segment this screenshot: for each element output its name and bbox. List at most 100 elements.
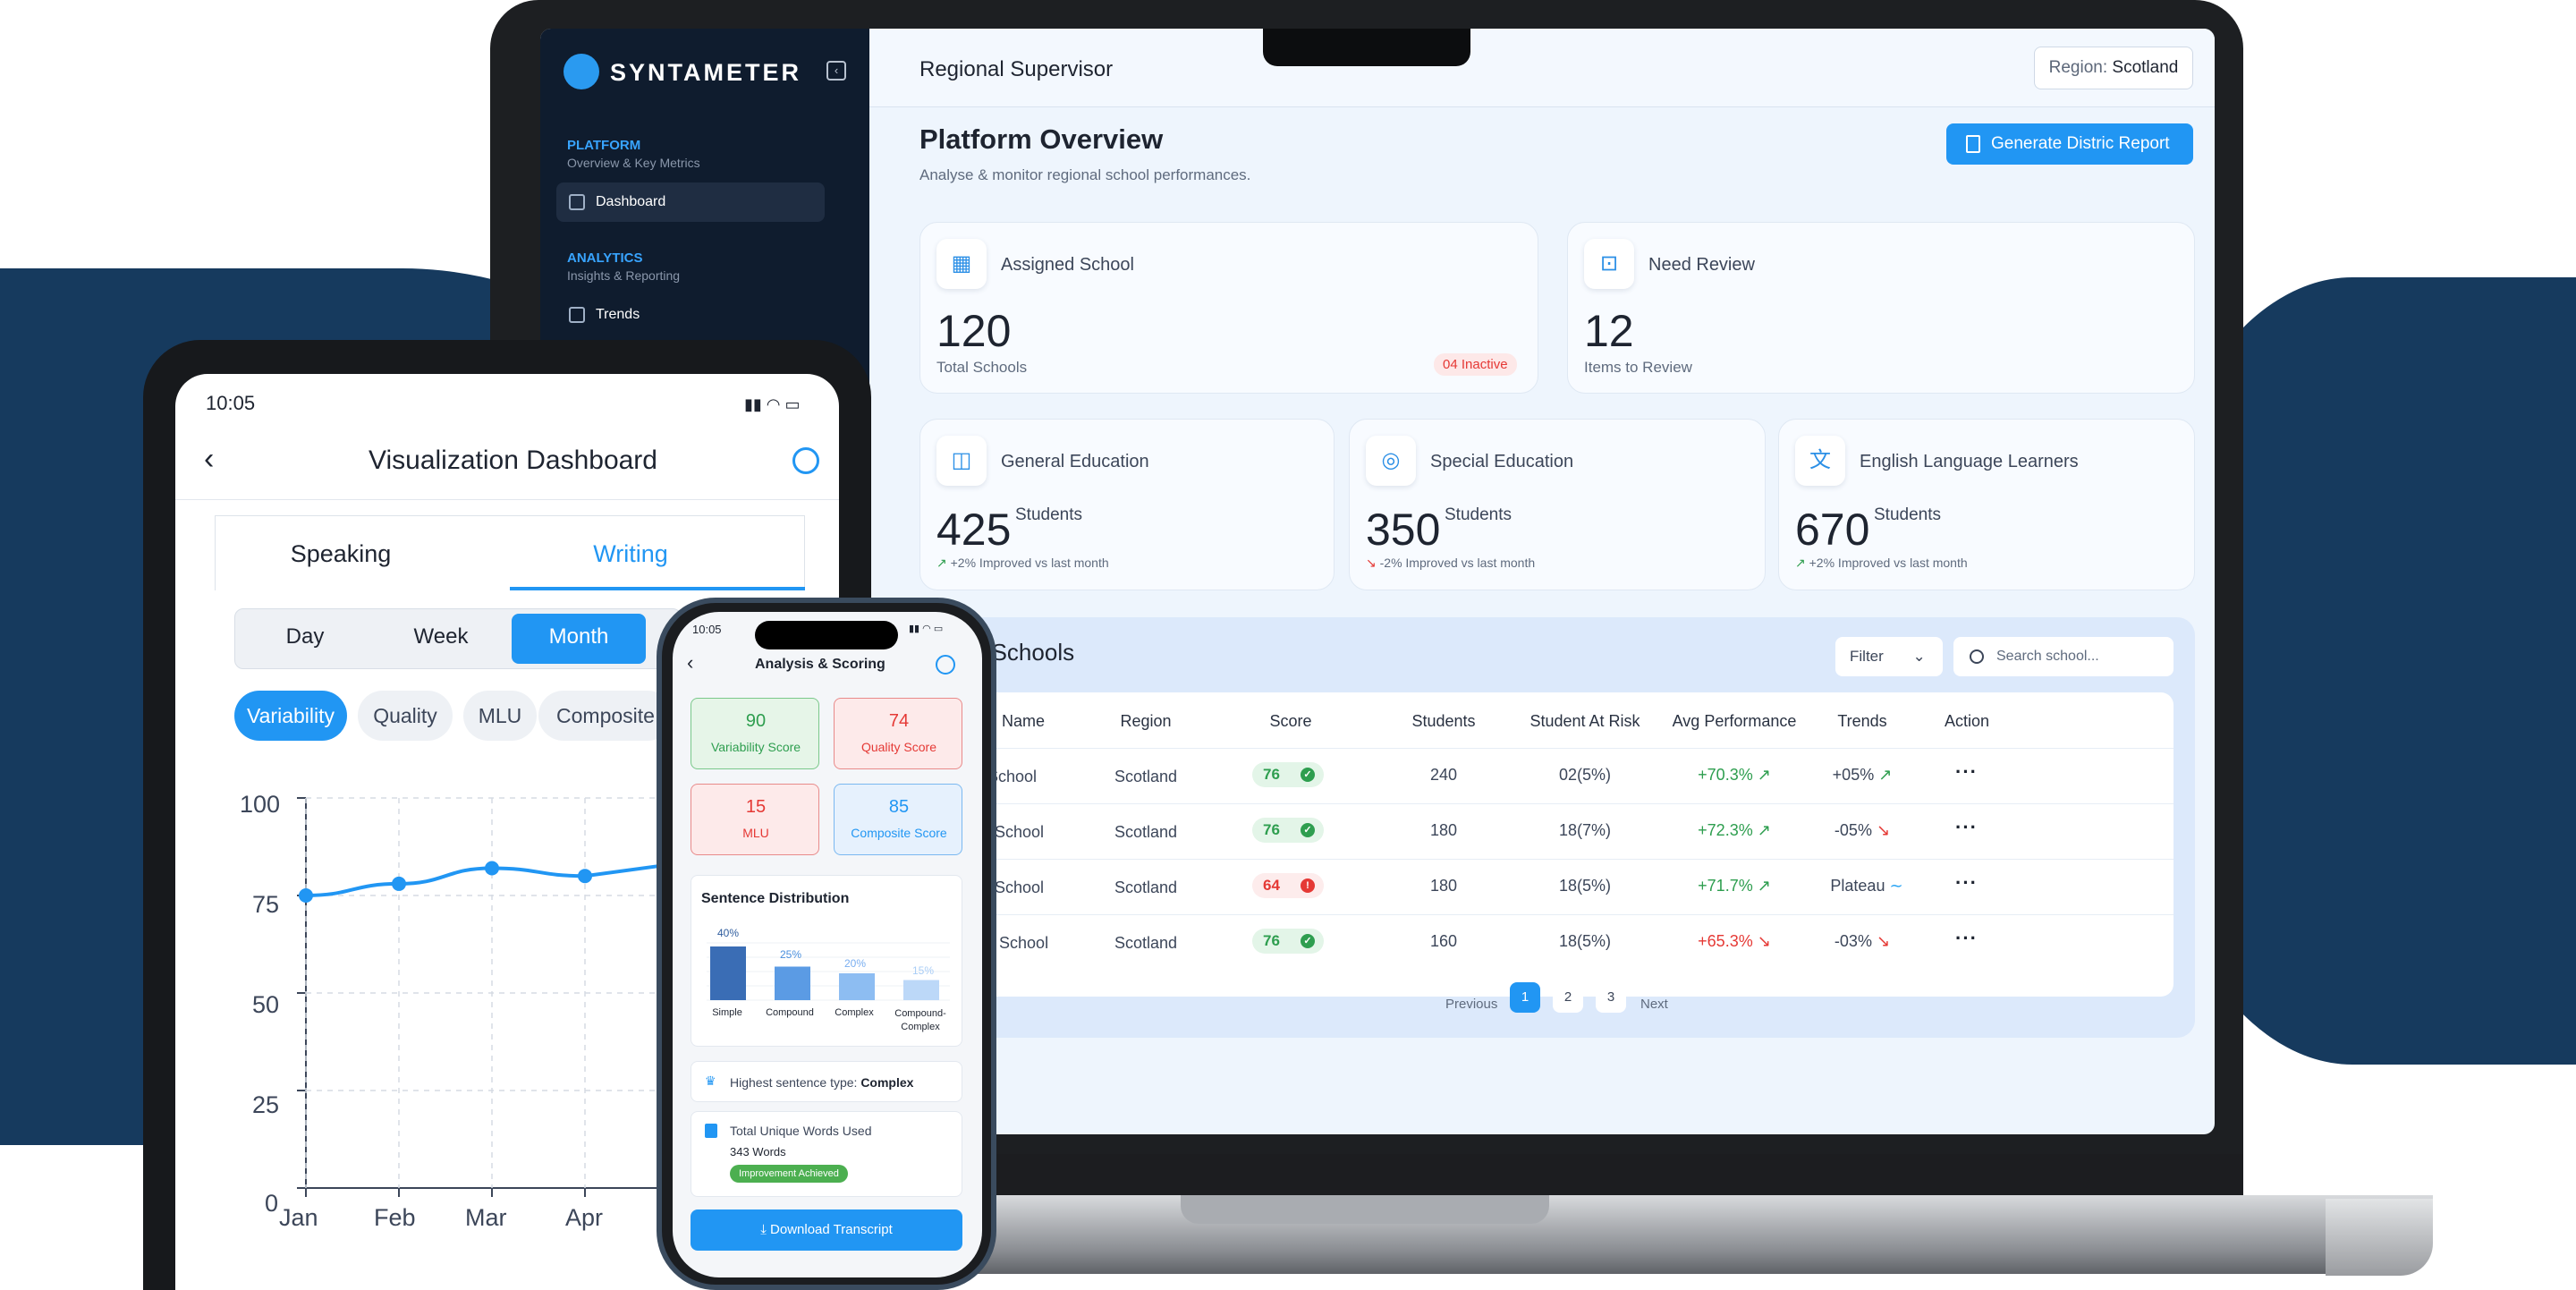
phone-title: Analysis & Scoring: [755, 657, 886, 672]
spiral-icon: ◎: [1366, 436, 1416, 486]
region-selector[interactable]: Region: Scotland: [2034, 47, 2193, 89]
score-card-variability: 90 Variability Score: [691, 698, 819, 769]
trend-down-icon: ↘: [1876, 821, 1891, 839]
card-caption: Items to Review: [1584, 359, 1692, 376]
previous-page-link[interactable]: Previous: [1445, 997, 1497, 1012]
more-actions-icon[interactable]: ···: [1955, 760, 1978, 784]
column-header-students[interactable]: Students: [1390, 712, 1497, 731]
assigned-school-card: ▦ Assigned School 120 Total Schools 04 I…: [919, 222, 1538, 394]
score-badge: 64!: [1252, 873, 1324, 898]
unique-words-title: Total Unique Words Used: [730, 1124, 872, 1138]
trend-up-icon: ↗: [936, 556, 947, 570]
score-label: MLU: [742, 826, 769, 840]
data-point: [392, 876, 406, 891]
score-value: 64: [1263, 877, 1280, 894]
score-value: 15: [745, 797, 767, 817]
download-transcript-button[interactable]: ⤓ Download Transcript: [691, 1209, 962, 1251]
improvement-badge: Improvement Achieved: [730, 1165, 848, 1183]
collapse-sidebar-icon[interactable]: ‹: [826, 61, 846, 81]
sidebar-item-dashboard[interactable]: Dashboard: [556, 182, 825, 222]
back-icon[interactable]: ‹: [687, 651, 693, 675]
school-performance: +72.3% ↗: [1658, 821, 1810, 840]
more-actions-icon[interactable]: ···: [1955, 927, 1978, 950]
highest-type-value: Complex: [860, 1075, 914, 1090]
dynamic-island: [755, 621, 898, 649]
page-3-button[interactable]: 3: [1596, 982, 1626, 1013]
column-header-action[interactable]: Action: [1918, 712, 2016, 731]
region-label: Region:: [2048, 58, 2108, 77]
bar-label-compound: Compound: [766, 1007, 814, 1018]
special-education-card: ◎ Special Education 350 Students ↘ -2% I…: [1349, 419, 1766, 590]
school-performance: +65.3% ↘: [1658, 932, 1810, 951]
check-icon: ✓: [1301, 768, 1315, 782]
card-change-text: -2% Improved vs last month: [1379, 556, 1536, 570]
more-actions-icon[interactable]: ···: [1955, 871, 1978, 895]
bar-label-simple: Simple: [712, 1007, 742, 1018]
search-input[interactable]: Search school...: [1953, 637, 2174, 676]
translate-icon: 文: [1795, 436, 1845, 486]
card-value: 120: [936, 306, 1012, 356]
status-icons: ▮▮ ◠ ▭: [909, 624, 944, 634]
sidebar-item-label: Trends: [596, 307, 640, 322]
performance-value: +72.3%: [1698, 821, 1753, 839]
trend-down-icon: ↘: [1876, 932, 1891, 950]
filter-dropdown[interactable]: Filter ⌄: [1835, 637, 1943, 676]
card-unit: Students: [1015, 505, 1082, 524]
score-badge: 76 ✓: [1252, 762, 1324, 787]
sidebar-item-label: Dashboard: [596, 194, 666, 209]
score-card-composite: 85 Composite Score: [834, 784, 962, 855]
performance-value: +65.3%: [1698, 932, 1753, 950]
page-title: Platform Overview: [919, 123, 1164, 155]
row-divider: [919, 859, 2174, 860]
plateau-icon: ∼: [1889, 877, 1903, 895]
bar-pct-compound: 25%: [779, 948, 802, 961]
card-label: Special Education: [1430, 452, 1574, 471]
more-actions-icon[interactable]: ···: [1955, 816, 1978, 839]
trend-up-icon: ↗: [1757, 821, 1771, 839]
book-icon: [705, 1124, 717, 1138]
profile-icon[interactable]: [936, 655, 955, 675]
bar-pct-simple: 40%: [716, 927, 740, 939]
score-badge: 76 ✓: [1252, 929, 1324, 954]
row-divider: [919, 914, 2174, 915]
generate-report-button[interactable]: Generate Distric Report: [1946, 123, 2193, 165]
section-title-analytics: ANALYTICS: [567, 250, 643, 266]
card-change: ↗ +2% Improved vs last month: [1795, 556, 1968, 571]
book-icon: ◫: [936, 436, 987, 486]
chevron-down-icon: ⌄: [1912, 648, 1926, 665]
school-region: Scotland: [1114, 934, 1178, 952]
document-icon: [1966, 135, 1980, 153]
trend-up-icon: ↗: [1757, 877, 1771, 895]
chart-icon: [569, 307, 585, 323]
laptop-lip: [1181, 1195, 1549, 1224]
row-divider: [919, 803, 2174, 804]
score-badge: 76 ✓: [1252, 818, 1324, 843]
card-caption: Total Schools: [936, 359, 1028, 376]
score-value: 74: [888, 711, 910, 731]
filter-label: Filter: [1850, 648, 1884, 665]
card-change: ↗ +2% Improved vs last month: [936, 556, 1109, 571]
bar-label-complex: Complex: [835, 1007, 874, 1018]
column-header-score[interactable]: Score: [1241, 712, 1340, 731]
section-title-platform: PLATFORM: [567, 138, 641, 153]
column-header-region[interactable]: Region: [1088, 712, 1204, 731]
card-label: Assigned School: [1001, 255, 1134, 275]
school-performance: +71.7% ↗: [1658, 877, 1810, 895]
trend-value: -05%: [1834, 821, 1872, 839]
column-header-at-risk[interactable]: Student At Risk: [1513, 712, 1657, 731]
grid-icon: [569, 194, 585, 210]
page-2-button[interactable]: 2: [1553, 982, 1583, 1013]
card-value: 425: [936, 505, 1012, 555]
score-value: 76: [1263, 766, 1280, 783]
page-1-button[interactable]: 1: [1510, 982, 1540, 1013]
column-header-performance[interactable]: Avg Performance: [1658, 712, 1810, 731]
trend-up-icon: ↗: [1878, 766, 1893, 784]
sidebar-item-trends[interactable]: Trends: [556, 295, 825, 335]
school-trend: Plateau ∼: [1818, 877, 1916, 895]
section-subtitle-analytics: Insights & Reporting: [567, 268, 681, 283]
column-header-trends[interactable]: Trends: [1818, 712, 1907, 731]
school-region: Scotland: [1114, 878, 1178, 896]
trend-value: -03%: [1834, 932, 1872, 950]
score-label: Variability Score: [710, 740, 801, 754]
next-page-link[interactable]: Next: [1640, 997, 1668, 1012]
